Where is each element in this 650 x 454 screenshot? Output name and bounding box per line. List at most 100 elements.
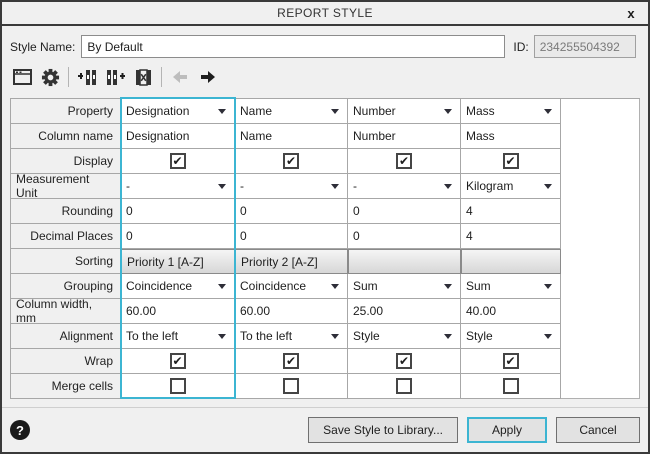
rounding-cell[interactable]: 0: [348, 199, 461, 224]
report-template-icon[interactable]: [10, 66, 34, 88]
wrap-cell: [461, 349, 561, 374]
merge-cells-checkbox[interactable]: [170, 378, 186, 394]
grouping-dropdown[interactable]: Sum: [348, 274, 461, 299]
row-label-sorting: Sorting: [11, 249, 121, 274]
display-checkbox[interactable]: [396, 153, 412, 169]
grouping-dropdown[interactable]: Sum: [461, 274, 561, 299]
display-cell: [461, 149, 561, 174]
cancel-button[interactable]: Cancel: [556, 417, 640, 443]
rounding-cell[interactable]: 0: [121, 199, 235, 224]
merge-cells-checkbox[interactable]: [283, 378, 299, 394]
chevron-down-icon: [544, 284, 552, 289]
rounding-cell[interactable]: 0: [235, 199, 348, 224]
id-label: ID:: [513, 40, 528, 54]
column-width-cell[interactable]: 60.00: [121, 299, 235, 324]
dialog-title: REPORT STYLE: [277, 6, 373, 20]
property-dropdown[interactable]: Mass: [461, 99, 561, 124]
grouping-dropdown[interactable]: Coincidence: [121, 274, 235, 299]
row-label-grouping: Grouping: [11, 274, 121, 299]
display-checkbox[interactable]: [283, 153, 299, 169]
settings-gear-icon[interactable]: [38, 66, 62, 88]
decimal-places-cell[interactable]: 0: [348, 224, 461, 249]
column-name-cell[interactable]: Designation: [121, 124, 235, 149]
title-bar: REPORT STYLE x: [2, 2, 648, 26]
wrap-checkbox[interactable]: [170, 353, 186, 369]
wrap-checkbox[interactable]: [396, 353, 412, 369]
measurement-unit-dropdown[interactable]: Kilogram: [461, 174, 561, 199]
property-dropdown[interactable]: Name: [235, 99, 348, 124]
grouping-dropdown[interactable]: Coincidence: [235, 274, 348, 299]
style-grid: Property Designation Name Number Mass Co…: [10, 98, 640, 399]
id-field: [534, 35, 636, 58]
merge-cells-cell: [461, 374, 561, 399]
property-dropdown[interactable]: Designation: [121, 99, 235, 124]
display-checkbox[interactable]: [170, 153, 186, 169]
rounding-cell[interactable]: 4: [461, 199, 561, 224]
toolbar: [10, 65, 640, 89]
wrap-cell: [235, 349, 348, 374]
row-label-column-name: Column name: [11, 124, 121, 149]
move-column-left-icon: [168, 66, 192, 88]
property-dropdown[interactable]: Number: [348, 99, 461, 124]
row-label-column-width: Column width, mm: [11, 299, 121, 324]
row-label-wrap: Wrap: [11, 349, 121, 374]
insert-column-before-icon[interactable]: [75, 66, 99, 88]
row-label-rounding: Rounding: [11, 199, 121, 224]
chevron-down-icon: [544, 109, 552, 114]
merge-cells-cell: [235, 374, 348, 399]
measurement-unit-dropdown[interactable]: -: [348, 174, 461, 199]
row-label-decimal-places: Decimal Places: [11, 224, 121, 249]
save-style-to-library-button[interactable]: Save Style to Library...: [308, 417, 458, 443]
display-checkbox[interactable]: [503, 153, 519, 169]
sorting-button[interactable]: [461, 249, 561, 274]
chevron-down-icon: [444, 334, 452, 339]
move-column-right-icon[interactable]: [196, 66, 220, 88]
alignment-dropdown[interactable]: Style: [348, 324, 461, 349]
report-style-dialog: REPORT STYLE x Style Name: ID:: [0, 0, 650, 454]
display-cell: [121, 149, 235, 174]
wrap-checkbox[interactable]: [503, 353, 519, 369]
chevron-down-icon: [331, 109, 339, 114]
chevron-down-icon: [218, 284, 226, 289]
chevron-down-icon: [444, 184, 452, 189]
measurement-unit-dropdown[interactable]: -: [235, 174, 348, 199]
row-label-property: Property: [11, 99, 121, 124]
style-name-row: Style Name: ID:: [10, 35, 640, 58]
column-width-cell[interactable]: 40.00: [461, 299, 561, 324]
decimal-places-cell[interactable]: 0: [121, 224, 235, 249]
wrap-checkbox[interactable]: [283, 353, 299, 369]
insert-column-after-icon[interactable]: [103, 66, 127, 88]
footer: ? Save Style to Library... Apply Cancel: [2, 408, 648, 452]
apply-button[interactable]: Apply: [467, 417, 547, 443]
column-width-cell[interactable]: 25.00: [348, 299, 461, 324]
alignment-dropdown[interactable]: To the left: [121, 324, 235, 349]
chevron-down-icon: [218, 334, 226, 339]
alignment-dropdown[interactable]: Style: [461, 324, 561, 349]
sorting-button[interactable]: Priority 1 [A-Z]: [121, 249, 235, 274]
style-name-label: Style Name:: [10, 40, 75, 54]
chevron-down-icon: [218, 109, 226, 114]
column-name-cell[interactable]: Name: [235, 124, 348, 149]
display-cell: [235, 149, 348, 174]
style-name-input[interactable]: [81, 35, 505, 58]
column-name-cell[interactable]: Number: [348, 124, 461, 149]
row-label-alignment: Alignment: [11, 324, 121, 349]
alignment-dropdown[interactable]: To the left: [235, 324, 348, 349]
decimal-places-cell[interactable]: 0: [235, 224, 348, 249]
merge-cells-checkbox[interactable]: [396, 378, 412, 394]
merge-cells-checkbox[interactable]: [503, 378, 519, 394]
row-label-display: Display: [11, 149, 121, 174]
delete-column-icon[interactable]: [131, 66, 155, 88]
column-width-cell[interactable]: 60.00: [235, 299, 348, 324]
decimal-places-cell[interactable]: 4: [461, 224, 561, 249]
close-icon[interactable]: x: [622, 4, 640, 22]
chevron-down-icon: [444, 109, 452, 114]
measurement-unit-dropdown[interactable]: -: [121, 174, 235, 199]
chevron-down-icon: [331, 284, 339, 289]
column-name-cell[interactable]: Mass: [461, 124, 561, 149]
wrap-cell: [348, 349, 461, 374]
sorting-button[interactable]: Priority 2 [A-Z]: [235, 249, 348, 274]
sorting-button[interactable]: [348, 249, 461, 274]
style-table: Property Designation Name Number Mass Co…: [10, 98, 640, 399]
help-icon[interactable]: ?: [10, 420, 30, 440]
